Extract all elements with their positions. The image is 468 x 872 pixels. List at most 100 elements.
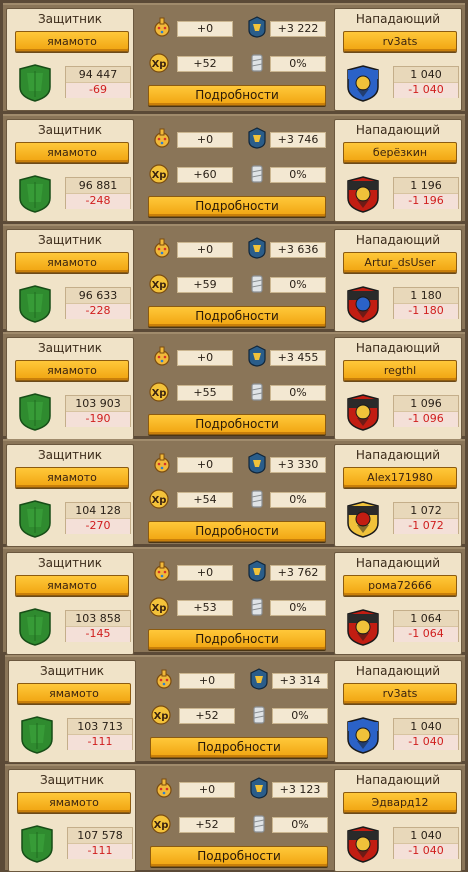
svg-text:Xp: Xp xyxy=(152,170,167,181)
bonus-value: +0 xyxy=(177,132,233,148)
attacker-name[interactable]: rv3ats xyxy=(343,683,457,704)
broken-statue-icon xyxy=(248,704,268,726)
attacker-stats: 1 072 -1 072 xyxy=(393,502,459,534)
defender-label: Защитник xyxy=(37,341,103,355)
crown-orb-icon xyxy=(151,345,171,367)
defender-name[interactable]: ямамото xyxy=(15,360,129,381)
attacker-stats: 1 040 -1 040 xyxy=(393,66,459,98)
attacker-loss: -1 196 xyxy=(394,194,458,209)
attacker-name[interactable]: рома72666 xyxy=(343,575,457,596)
defender-name[interactable]: ямамото xyxy=(15,31,129,52)
attacker-loss: -1 040 xyxy=(394,83,458,98)
defender-power: 103 713 xyxy=(68,719,132,735)
broken-statue-icon xyxy=(246,273,266,295)
emblem-shield-icon xyxy=(343,392,383,432)
defender-power: 103 858 xyxy=(66,611,130,627)
svg-text:Xp: Xp xyxy=(152,388,167,399)
defender-loss: -270 xyxy=(66,519,130,534)
xp-icon: Xp xyxy=(148,381,169,403)
defender-stats: 104 128 -270 xyxy=(65,502,131,534)
broken-statue-icon xyxy=(248,813,268,835)
xp-value: +53 xyxy=(177,600,233,616)
power-gain-value: +3 314 xyxy=(272,673,328,689)
defender-panel: Защитник ямамото 107 578 -111 xyxy=(8,769,136,872)
defender-loss: -145 xyxy=(66,627,130,642)
attacker-power: 1 040 xyxy=(394,719,458,735)
details-button[interactable]: Подробности xyxy=(148,85,326,106)
details-button[interactable]: Подробности xyxy=(148,629,326,650)
defender-label: Защитник xyxy=(39,773,105,787)
attacker-loss: -1 180 xyxy=(394,304,458,319)
power-gain-value: +3 455 xyxy=(270,350,326,366)
attacker-stats: 1 196 -1 196 xyxy=(393,177,459,209)
defender-stats: 96 633 -228 xyxy=(65,287,131,319)
attacker-label: Нападающий xyxy=(355,341,441,355)
attacker-power: 1 040 xyxy=(394,828,458,844)
emblem-shield-icon xyxy=(343,284,383,324)
defender-power: 103 903 xyxy=(66,396,130,412)
details-button[interactable]: Подробности xyxy=(148,521,326,542)
xp-icon: Xp xyxy=(148,596,169,618)
attacker-panel: Нападающий regthl 1 096 -1 096 xyxy=(334,337,462,440)
details-button[interactable]: Подробности xyxy=(150,737,328,758)
defender-name[interactable]: ямамото xyxy=(15,575,129,596)
attacker-power: 1 096 xyxy=(394,396,458,412)
defender-label: Защитник xyxy=(37,12,103,26)
attacker-name[interactable]: Artur_dsUser xyxy=(343,252,457,273)
attacker-name[interactable]: берёзкин xyxy=(343,142,457,163)
defender-panel: Защитник ямамото 103 858 -145 xyxy=(6,552,134,655)
details-button[interactable]: Подробности xyxy=(148,414,326,435)
defender-name[interactable]: ямамото xyxy=(17,683,131,704)
battle-card: Защитник ямамото 103 713 -111 +0 +3 314 Xp +52 0… xyxy=(5,655,465,763)
shield-badge-icon xyxy=(246,452,266,474)
defender-loss: -69 xyxy=(66,83,130,98)
xp-icon: Xp xyxy=(148,163,169,185)
defender-name[interactable]: ямамото xyxy=(15,467,129,488)
bonus-value: +0 xyxy=(177,21,233,37)
details-button[interactable]: Подробности xyxy=(150,846,328,867)
battle-card: Защитник ямамото 103 903 -190 +0 +3 455 Xp +55 0… xyxy=(3,332,465,440)
attacker-power: 1 072 xyxy=(394,503,458,519)
attacker-stats: 1 180 -1 180 xyxy=(393,287,459,319)
attacker-panel: Нападающий рома72666 1 064 -1 064 xyxy=(334,552,462,655)
percent-value: 0% xyxy=(270,277,326,293)
attacker-name[interactable]: regthl xyxy=(343,360,457,381)
xp-icon: Xp xyxy=(150,813,171,835)
details-button[interactable]: Подробности xyxy=(148,196,326,217)
power-gain-value: +3 762 xyxy=(270,565,326,581)
shield-badge-icon xyxy=(246,345,266,367)
attacker-panel: Нападающий Alex171980 1 072 -1 072 xyxy=(334,444,462,547)
defender-panel: Защитник ямамото 96 881 -248 xyxy=(6,119,134,222)
xp-icon: Xp xyxy=(148,488,169,510)
defender-name[interactable]: ямамото xyxy=(17,792,131,813)
broken-statue-icon xyxy=(246,596,266,618)
green-shield-icon xyxy=(15,174,55,214)
attacker-name[interactable]: rv3ats xyxy=(343,31,457,52)
defender-name[interactable]: ямамото xyxy=(15,252,129,273)
attacker-label: Нападающий xyxy=(355,233,441,247)
attacker-name[interactable]: Alex171980 xyxy=(343,467,457,488)
power-gain-value: +3 123 xyxy=(272,782,328,798)
attacker-power: 1 040 xyxy=(394,67,458,83)
green-shield-icon xyxy=(15,284,55,324)
xp-icon: Xp xyxy=(150,704,171,726)
details-button[interactable]: Подробности xyxy=(148,306,326,327)
attacker-panel: Нападающий берёзкин 1 196 -1 196 xyxy=(334,119,462,222)
power-gain-value: +3 330 xyxy=(270,457,326,473)
xp-value: +55 xyxy=(177,385,233,401)
defender-panel: Защитник ямамото 104 128 -270 xyxy=(6,444,134,547)
percent-value: 0% xyxy=(270,385,326,401)
attacker-panel: Нападающий rv3ats 1 040 -1 040 xyxy=(334,660,462,763)
attacker-loss: -1 064 xyxy=(394,627,458,642)
defender-stats: 107 578 -111 xyxy=(67,827,133,859)
bonus-value: +0 xyxy=(177,350,233,366)
attacker-panel: Нападающий rv3ats 1 040 -1 040 xyxy=(334,8,462,111)
attacker-loss: -1 040 xyxy=(394,735,458,750)
bonus-value: +0 xyxy=(177,565,233,581)
percent-value: 0% xyxy=(272,708,328,724)
power-gain-value: +3 746 xyxy=(270,132,326,148)
defender-name[interactable]: ямамото xyxy=(15,142,129,163)
attacker-name[interactable]: Эдвард12 xyxy=(343,792,457,813)
defender-power: 104 128 xyxy=(66,503,130,519)
emblem-shield-icon xyxy=(343,63,383,103)
